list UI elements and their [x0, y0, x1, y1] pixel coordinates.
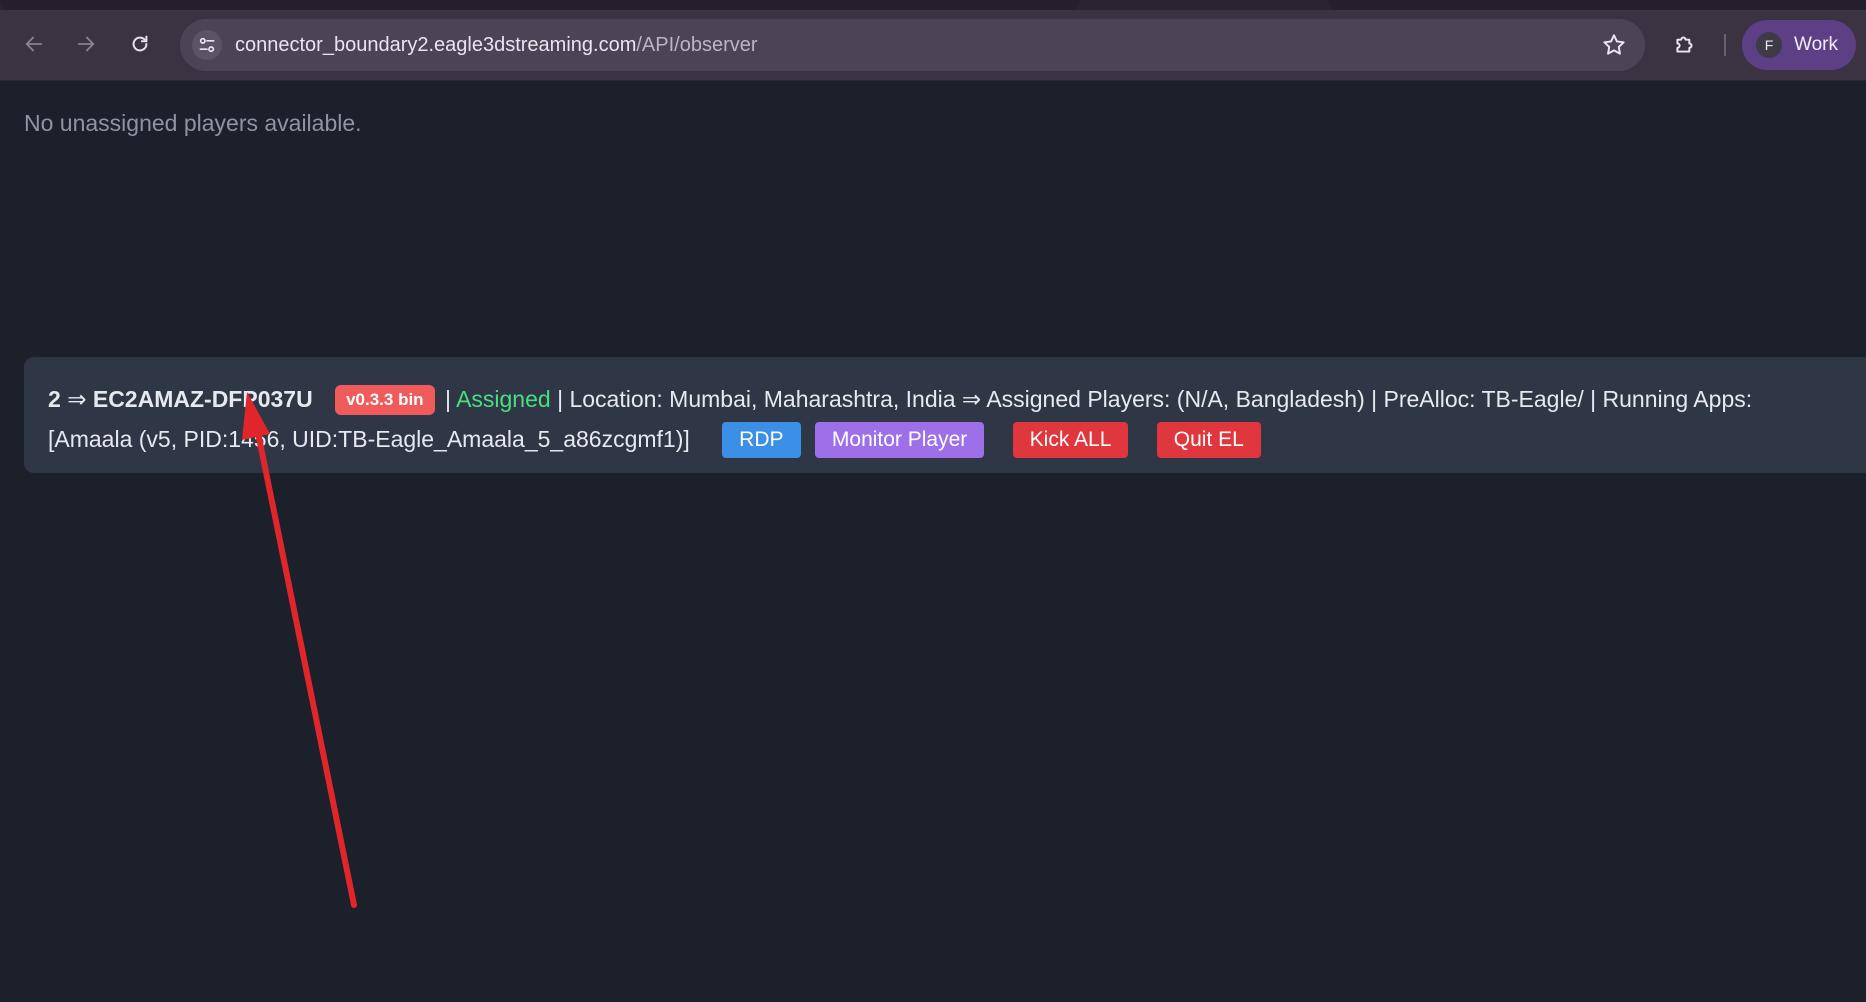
- quit-el-button[interactable]: Quit EL: [1156, 422, 1261, 458]
- url-path: /API/observer: [636, 34, 758, 56]
- site-info-button[interactable]: [192, 30, 222, 60]
- server-card: 2 ⇒ EC2AMAZ-DFP037U v0.3.3 bin | Assigne…: [24, 357, 1866, 473]
- server-index: 2: [48, 386, 61, 412]
- arrow-right-icon: [77, 36, 95, 52]
- tab-strip: [0, 0, 1866, 10]
- profile-label: Work: [1794, 34, 1838, 55]
- puzzle-icon: [1676, 36, 1693, 53]
- browser-tab[interactable]: [1328, 0, 1866, 10]
- browser-tab[interactable]: [0, 0, 1080, 10]
- address-bar[interactable]: connector_boundary2.eagle3dstreaming.com…: [180, 19, 1645, 71]
- extensions-button[interactable]: [1665, 24, 1705, 64]
- url-host: connector_boundary2.eagle3dstreaming.com: [235, 34, 637, 56]
- server-hostname: EC2AMAZ-DFP037U: [92, 386, 313, 412]
- rdp-button[interactable]: RDP: [722, 422, 801, 458]
- reload-icon: [132, 35, 148, 52]
- browser-toolbar: connector_boundary2.eagle3dstreaming.com…: [0, 10, 1866, 81]
- back-button[interactable]: [14, 24, 54, 64]
- version-badge: v0.3.3 bin: [335, 385, 435, 415]
- running-apps: [Amaala (v5, PID:1456, UID:TB-Eagle_Amaa…: [48, 426, 690, 452]
- arrow-separator: ⇒: [67, 386, 87, 412]
- server-line-1: 2 ⇒ EC2AMAZ-DFP037U v0.3.3 bin | Assigne…: [48, 379, 1842, 419]
- server-details: | Location: Mumbai, Maharashtra, India ⇒…: [557, 386, 1753, 412]
- star-icon[interactable]: [1601, 32, 1627, 58]
- monitor-player-button[interactable]: Monitor Player: [814, 422, 985, 458]
- pipe-separator: |: [444, 386, 451, 412]
- profile-button[interactable]: F Work: [1742, 20, 1856, 70]
- annotation-arrow: [242, 392, 357, 908]
- avatar: F: [1756, 32, 1782, 58]
- arrow-left-icon: [25, 36, 43, 52]
- server-line-2: [Amaala (v5, PID:1456, UID:TB-Eagle_Amaa…: [48, 419, 1842, 459]
- reload-button[interactable]: [120, 24, 160, 64]
- forward-button[interactable]: [66, 24, 106, 64]
- toolbar-divider: [1724, 34, 1726, 56]
- no-players-message: No unassigned players available.: [24, 110, 362, 136]
- kick-all-button[interactable]: Kick ALL: [1012, 422, 1129, 458]
- url-text: connector_boundary2.eagle3dstreaming.com…: [235, 34, 758, 57]
- status-assigned: Assigned: [456, 386, 551, 412]
- tune-icon: [199, 37, 215, 53]
